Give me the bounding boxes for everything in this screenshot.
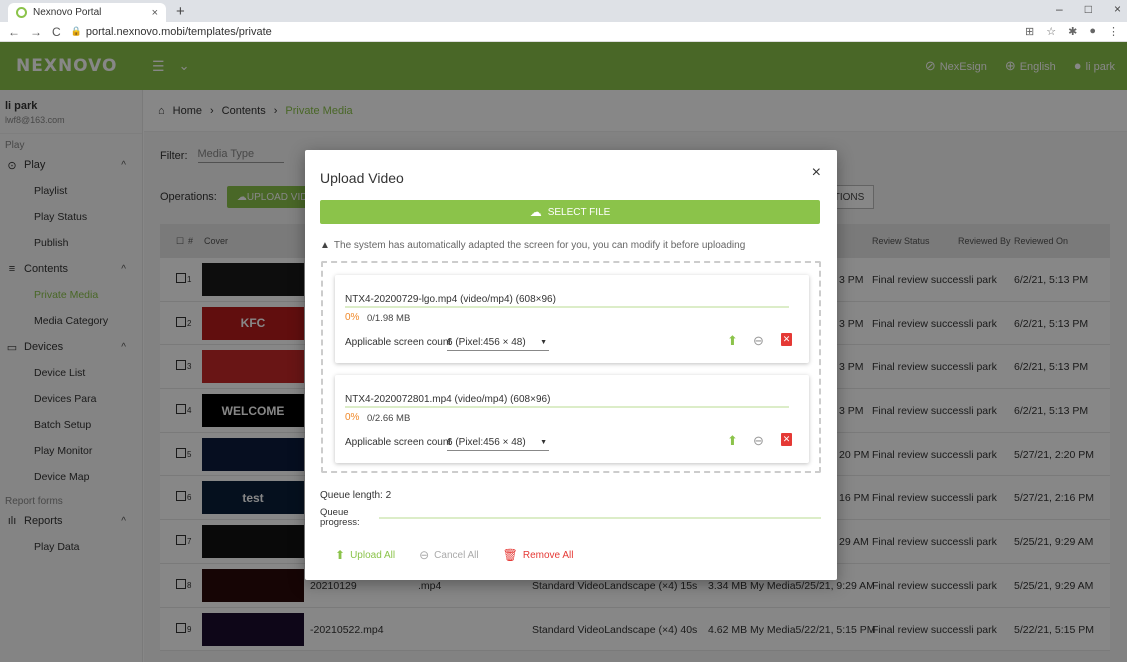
select-file-button[interactable]: ☁ SELECT FILE — [320, 200, 820, 224]
delete-file-icon[interactable]: ✕ — [781, 333, 792, 346]
bell-icon: ▲ — [320, 240, 330, 251]
screen-count-label: Applicable screen count — [345, 337, 452, 348]
upload-file-icon[interactable]: ⬆ — [727, 433, 738, 449]
upload-icon: ⬆ — [335, 548, 346, 562]
back-icon[interactable]: ← — [8, 25, 20, 39]
queue-length: Queue length: 2 — [320, 490, 392, 501]
file-progress-bar — [345, 406, 789, 408]
cancel-all-button[interactable]: ⊖ Cancel All — [419, 548, 479, 562]
browser-tab[interactable]: Nexnovo Portal × — [8, 3, 166, 22]
auto-adapt-notice: ▲ The system has automatically adapted th… — [320, 240, 745, 251]
browser-tab-title: Nexnovo Portal — [33, 7, 102, 18]
dialog-title: Upload Video — [320, 170, 404, 186]
cloud-upload-icon: ☁ — [529, 205, 542, 219]
remove-all-label: Remove All — [522, 549, 574, 561]
file-name: NTX4-20200729-lgo.mp4 (video/mp4) (608×9… — [345, 294, 556, 305]
remove-all-button[interactable]: 🗑 Remove All — [503, 548, 574, 562]
file-progress-percent: 0% — [345, 412, 360, 423]
queue-progress-label: Queue progress: — [320, 507, 360, 528]
new-tab-button[interactable]: + — [176, 3, 185, 20]
cancel-file-icon[interactable]: ⊖ — [753, 333, 764, 349]
file-progress-bar — [345, 306, 789, 308]
screen-count-value: 6 (Pixel:456 × 48) — [447, 337, 526, 348]
maximize-icon[interactable]: □ — [1085, 2, 1092, 16]
screen-count-label: Applicable screen count — [345, 437, 452, 448]
extensions-icon[interactable]: ✱ — [1068, 25, 1077, 38]
forward-icon[interactable]: → — [30, 25, 42, 39]
nexnovo-favicon-icon — [16, 7, 27, 18]
cancel-icon: ⊖ — [419, 548, 430, 562]
window-controls: – □ × — [1056, 2, 1121, 16]
lock-icon[interactable]: 🔒 — [71, 26, 82, 37]
upload-file-icon[interactable]: ⬆ — [727, 333, 738, 349]
file-dropzone[interactable]: NTX4-20200729-lgo.mp4 (video/mp4) (608×9… — [321, 261, 821, 473]
file-progress-percent: 0% — [345, 312, 360, 323]
dropdown-arrow-icon: ▼ — [540, 339, 547, 346]
dropdown-arrow-icon: ▼ — [540, 439, 547, 446]
window-close-icon[interactable]: × — [1114, 2, 1121, 16]
minimize-icon[interactable]: – — [1056, 2, 1063, 16]
cancel-file-icon[interactable]: ⊖ — [753, 433, 764, 449]
cancel-all-label: Cancel All — [434, 549, 479, 561]
delete-file-icon[interactable]: ✕ — [781, 433, 792, 446]
reload-icon[interactable]: C — [52, 25, 61, 39]
profile-icon[interactable]: ● — [1089, 25, 1096, 38]
more-menu-icon[interactable]: ⋮ — [1108, 25, 1119, 38]
browser-tab-bar: Nexnovo Portal × + – □ × — [0, 0, 1127, 22]
portal-page: NEXNOVO ☰ ⌄ ⊘ NexEsign ⊕ English ● li park … — [0, 42, 1127, 662]
browser-toolbar-icons: ⊞ ☆ ✱ ● ⋮ — [1025, 25, 1119, 38]
tab-close-icon[interactable]: × — [152, 7, 158, 19]
screen-count-select[interactable]: 6 (Pixel:456 × 48) ▼ — [447, 337, 549, 351]
screen-count-value: 6 (Pixel:456 × 48) — [447, 437, 526, 448]
url-text[interactable]: portal.nexnovo.mobi/templates/private — [86, 26, 272, 38]
select-file-label: SELECT FILE — [547, 206, 611, 218]
file-card: NTX4-2020072801.mp4 (video/mp4) (608×96)… — [335, 375, 809, 463]
dialog-footer-actions: ⬆ Upload All ⊖ Cancel All 🗑 Remove All — [335, 548, 597, 562]
trash-icon: 🗑 — [502, 548, 518, 562]
queue-progress-bar — [379, 517, 821, 519]
upload-all-button[interactable]: ⬆ Upload All — [335, 548, 395, 562]
upload-all-label: Upload All — [350, 549, 396, 561]
file-size: 0/2.66 MB — [367, 413, 411, 424]
translate-icon[interactable]: ⊞ — [1025, 25, 1034, 38]
file-size: 0/1.98 MB — [367, 313, 411, 324]
upload-video-dialog: Upload Video × ☁ SELECT FILE ▲ The system… — [305, 150, 837, 580]
file-name: NTX4-2020072801.mp4 (video/mp4) (608×96) — [345, 394, 551, 405]
notice-text: The system has automatically adapted the… — [333, 240, 746, 251]
file-card: NTX4-20200729-lgo.mp4 (video/mp4) (608×9… — [335, 275, 809, 363]
screen-count-select[interactable]: 6 (Pixel:456 × 48) ▼ — [447, 437, 549, 451]
close-icon[interactable]: × — [812, 164, 821, 182]
address-bar: ← → C 🔒 portal.nexnovo.mobi/templates/pr… — [0, 22, 1127, 42]
bookmark-star-icon[interactable]: ☆ — [1046, 25, 1056, 38]
